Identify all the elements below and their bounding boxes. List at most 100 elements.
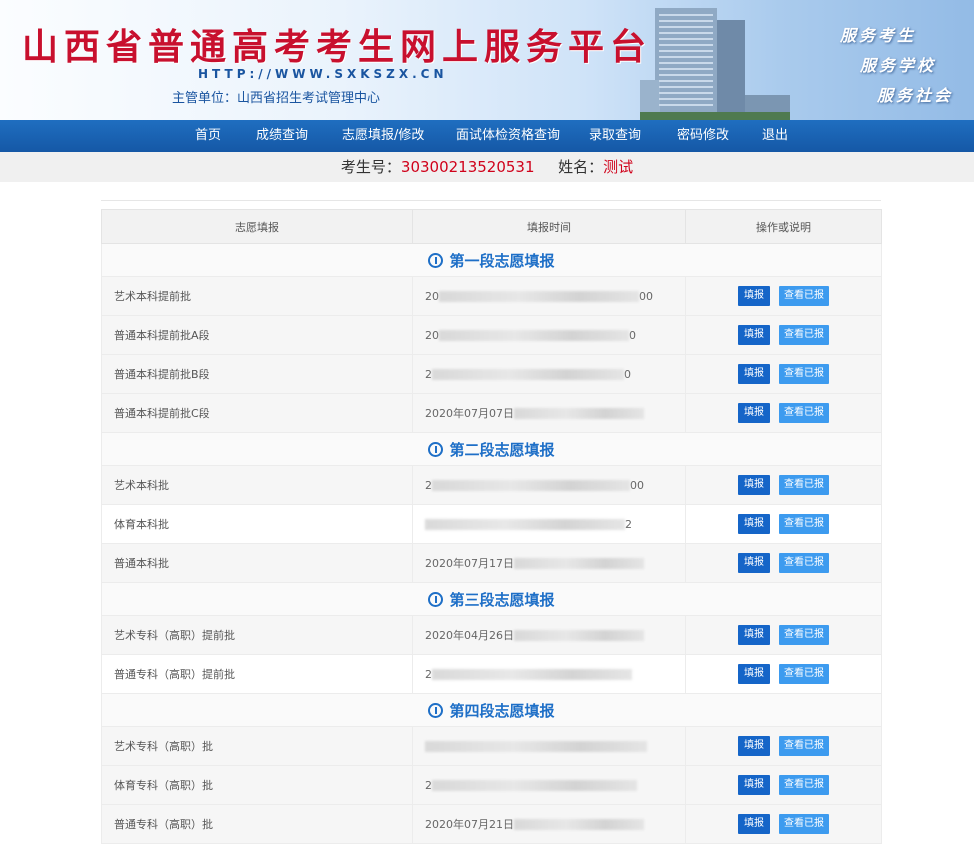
fill-button[interactable]: 填报 [738, 625, 770, 645]
batch-name: 艺术专科（高职）批 [101, 726, 413, 766]
actions-cell: 填报 查看已报 [685, 615, 882, 655]
fill-button[interactable]: 填报 [738, 514, 770, 534]
fill-time: 2020年07月21日 [412, 804, 686, 844]
redacted-time [514, 557, 644, 569]
table-header-row: 志愿填报 填报时间 操作或说明 [101, 209, 882, 244]
table-row: 体育本科批 2 填报 查看已报 [101, 504, 882, 544]
actions-cell: 填报 查看已报 [685, 726, 882, 766]
student-info: 考生号：30300213520531 姓名：测试 [0, 152, 974, 182]
view-submitted-button[interactable]: 查看已报 [779, 514, 829, 534]
view-submitted-button[interactable]: 查看已报 [779, 625, 829, 645]
actions-cell: 填报 查看已报 [685, 765, 882, 805]
redacted-time [514, 407, 644, 419]
nav-score-query[interactable]: 成绩查询 [256, 120, 308, 152]
time-prefix: 2020年07月07日 [425, 407, 514, 420]
view-submitted-button[interactable]: 查看已报 [779, 814, 829, 834]
fill-time: 2020年07月17日 [412, 543, 686, 583]
view-submitted-button[interactable]: 查看已报 [779, 475, 829, 495]
view-submitted-button[interactable]: 查看已报 [779, 364, 829, 384]
table-row: 普通专科（高职）批 2020年07月21日 填报 查看已报 [101, 804, 882, 844]
batch-name: 体育专科（高职）批 [101, 765, 413, 805]
slogan-society: 服务社会 [877, 86, 954, 105]
slogan-students: 服务考生 [840, 26, 917, 45]
actions-cell: 填报 查看已报 [685, 465, 882, 505]
fill-time: 200 [412, 315, 686, 355]
site-title: 山西省普通高考考生网上服务平台 [22, 27, 653, 68]
nav-logout[interactable]: 退出 [762, 120, 788, 152]
fill-button[interactable]: 填报 [738, 364, 770, 384]
nav-password-change[interactable]: 密码修改 [677, 120, 729, 152]
info-icon [428, 702, 444, 718]
batch-name: 艺术本科批 [101, 465, 413, 505]
col-header-application: 志愿填报 [101, 209, 413, 244]
redacted-time [432, 479, 630, 491]
fill-time: 20 00 [412, 276, 686, 316]
actions-cell: 填报 查看已报 [685, 654, 882, 694]
fill-button[interactable]: 填报 [738, 664, 770, 684]
site-url: HTTP://WWW.SXKSZX.CN [198, 67, 448, 81]
section-header: 第四段志愿填报 [101, 693, 882, 727]
redacted-time [439, 290, 639, 302]
view-submitted-button[interactable]: 查看已报 [779, 775, 829, 795]
fill-button[interactable]: 填报 [738, 325, 770, 345]
batch-name: 体育本科批 [101, 504, 413, 544]
actions-cell: 填报 查看已报 [685, 315, 882, 355]
batch-name: 艺术本科提前批 [101, 276, 413, 316]
table-row: 艺术本科提前批 20 00 填报 查看已报 [101, 276, 882, 316]
info-icon [428, 591, 444, 607]
fill-time: 20 [412, 354, 686, 394]
fill-button[interactable]: 填报 [738, 286, 770, 306]
batch-name: 普通本科批 [101, 543, 413, 583]
time-suffix: 00 [639, 289, 653, 303]
view-submitted-button[interactable]: 查看已报 [779, 325, 829, 345]
table-row: 普通本科提前批C段 2020年07月07日 填报 查看已报 [101, 393, 882, 433]
table-row: 艺术专科（高职）批 填报 查看已报 [101, 726, 882, 766]
view-submitted-button[interactable]: 查看已报 [779, 553, 829, 573]
batch-name: 普通专科（高职）提前批 [101, 654, 413, 694]
nav-admission-query[interactable]: 录取查询 [589, 120, 641, 152]
building-image [640, 8, 790, 120]
fill-button[interactable]: 填报 [738, 775, 770, 795]
nav-interview-query[interactable]: 面试体检资格查询 [456, 120, 560, 152]
main-nav: 首页 成绩查询 志愿填报/修改 面试体检资格查询 录取查询 密码修改 退出 [0, 120, 974, 152]
redacted-time [425, 518, 625, 530]
time-suffix: 2 [625, 517, 632, 531]
nav-home[interactable]: 首页 [195, 120, 221, 152]
fill-button[interactable]: 填报 [738, 403, 770, 423]
fill-time: 200 [412, 465, 686, 505]
fill-button[interactable]: 填报 [738, 553, 770, 573]
table-row: 普通本科批 2020年07月17日 填报 查看已报 [101, 543, 882, 583]
section-title: 第四段志愿填报 [449, 701, 555, 720]
fill-time: 2 [412, 654, 686, 694]
table-row: 普通本科提前批B段 2 0 填报 查看已报 [101, 354, 882, 394]
site-banner: 山西省普通高考考生网上服务平台 HTTP://WWW.SXKSZX.CN 主管单… [0, 0, 974, 120]
view-submitted-button[interactable]: 查看已报 [779, 403, 829, 423]
table-row: 艺术专科（高职）提前批 2020年04月26日 填报 查看已报 [101, 615, 882, 655]
actions-cell: 填报 查看已报 [685, 804, 882, 844]
time-prefix: 20 [425, 328, 439, 342]
batch-name: 普通专科（高职）批 [101, 804, 413, 844]
view-submitted-button[interactable]: 查看已报 [779, 736, 829, 756]
fill-button[interactable]: 填报 [738, 475, 770, 495]
table-row: 普通本科提前批A段 20 0 填报 查看已报 [101, 315, 882, 355]
view-submitted-button[interactable]: 查看已报 [779, 664, 829, 684]
redacted-time [439, 329, 629, 341]
view-submitted-button[interactable]: 查看已报 [779, 286, 829, 306]
nav-application[interactable]: 志愿填报/修改 [342, 120, 424, 152]
section-title: 第三段志愿填报 [449, 590, 555, 609]
fill-time: 2 [412, 765, 686, 805]
col-header-time: 填报时间 [412, 209, 686, 244]
slogan-schools: 服务学校 [860, 56, 937, 75]
section-header: 第一段志愿填报 [101, 243, 882, 277]
fill-time: 2 [412, 504, 686, 544]
redacted-time [425, 741, 647, 752]
time-suffix: 0 [624, 367, 631, 381]
actions-cell: 填报 查看已报 [685, 354, 882, 394]
time-prefix: 2 [425, 367, 432, 381]
fill-button[interactable]: 填报 [738, 736, 770, 756]
info-icon [428, 441, 444, 457]
fill-button[interactable]: 填报 [738, 814, 770, 834]
section-header: 第三段志愿填报 [101, 582, 882, 616]
time-prefix: 20 [425, 289, 439, 303]
redacted-time [432, 668, 632, 680]
